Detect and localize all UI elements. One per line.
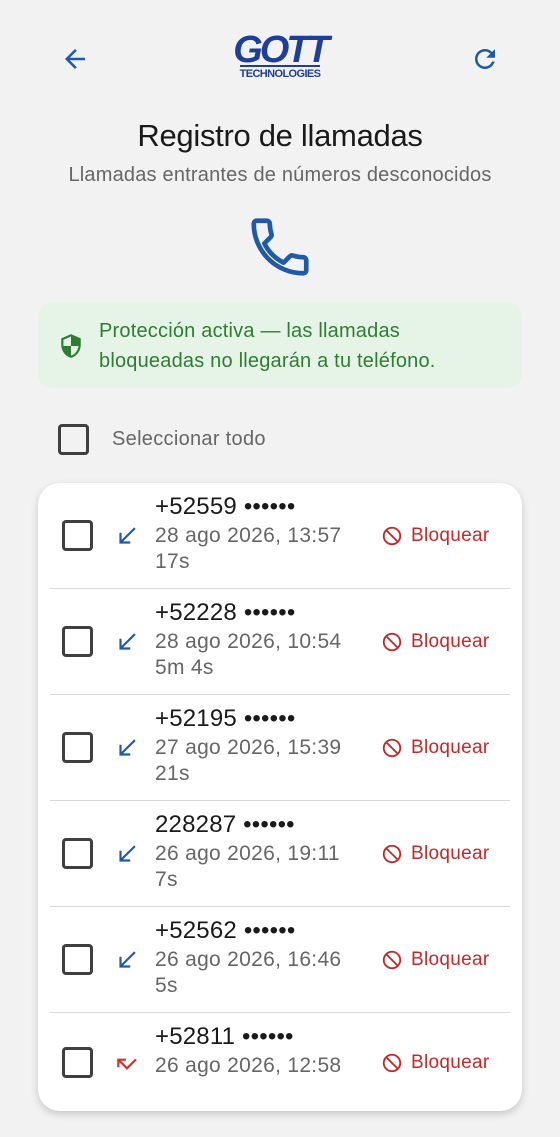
- block-icon: [382, 844, 402, 864]
- call-row: +52811 •••••• 26 ago 2026, 12:58 Bloquea…: [38, 1013, 522, 1111]
- call-date: 26 ago 2026, 12:58: [155, 1054, 342, 1077]
- incoming-call-icon: [119, 951, 136, 968]
- call-date: 27 ago 2026, 15:39: [155, 736, 342, 759]
- row-checkbox[interactable]: [62, 520, 93, 551]
- back-button[interactable]: [51, 35, 99, 83]
- refresh-icon: [475, 49, 495, 69]
- block-label: Bloquear: [411, 949, 490, 970]
- arrow-left-icon: [65, 49, 85, 69]
- block-button[interactable]: Bloquear: [381, 947, 511, 973]
- call-duration: 5s: [155, 974, 178, 997]
- call-duration: 7s: [155, 868, 178, 891]
- call-row: 228287 •••••• 26 ago 2026, 19:11 7s Bloq…: [38, 801, 522, 907]
- page-title: Registro de llamadas: [137, 118, 423, 153]
- top-bar: GOTT TECHNOLOGIES: [0, 0, 560, 120]
- row-checkbox[interactable]: [62, 1047, 93, 1078]
- select-all-control[interactable]: Seleccionar todo: [58, 423, 358, 455]
- incoming-call-icon: [119, 633, 136, 650]
- shield-icon: [61, 334, 81, 358]
- call-date: 26 ago 2026, 16:46: [155, 948, 342, 971]
- caller-number: +52559 ••••••: [155, 493, 296, 520]
- block-button[interactable]: Bloquear: [381, 523, 511, 549]
- call-row: +52559 •••••• 28 ago 2026, 13:57 17s Blo…: [38, 483, 522, 589]
- page-subtitle: Llamadas entrantes de números desconocid…: [68, 164, 492, 186]
- row-checkbox[interactable]: [62, 838, 93, 869]
- call-duration: 17s: [155, 550, 190, 573]
- missed-call-icon: [117, 1058, 137, 1070]
- phone-icon: [251, 218, 309, 276]
- block-label: Bloquear: [411, 843, 490, 864]
- block-icon: [382, 738, 402, 758]
- caller-number: +52228 ••••••: [155, 599, 296, 626]
- block-label: Bloquear: [411, 737, 490, 758]
- block-icon: [382, 950, 402, 970]
- refresh-button[interactable]: [461, 35, 509, 83]
- row-checkbox[interactable]: [62, 626, 93, 657]
- call-list: +52559 •••••• 28 ago 2026, 13:57 17s Blo…: [38, 483, 522, 1111]
- caller-number: 228287 ••••••: [155, 811, 295, 838]
- call-date: 26 ago 2026, 19:11: [155, 842, 340, 865]
- row-checkbox[interactable]: [62, 944, 93, 975]
- caller-number: +52562 ••••••: [155, 917, 296, 944]
- block-button[interactable]: Bloquear: [381, 1050, 511, 1076]
- call-row: +52562 •••••• 26 ago 2026, 16:46 5s Bloq…: [38, 907, 522, 1013]
- logo-sub-text: TECHNOLOGIES: [239, 65, 321, 80]
- caller-number: +52811 ••••••: [155, 1023, 294, 1050]
- block-button[interactable]: Bloquear: [381, 841, 511, 867]
- row-checkbox[interactable]: [62, 732, 93, 763]
- company-logo: GOTT TECHNOLOGIES: [230, 29, 330, 85]
- protection-text: Protección activa — las llamadas bloquea…: [99, 320, 436, 372]
- block-icon: [382, 526, 402, 546]
- call-row: +52228 •••••• 28 ago 2026, 10:54 5m 4s B…: [38, 589, 522, 695]
- block-label: Bloquear: [411, 631, 490, 652]
- select-all-checkbox[interactable]: [58, 423, 89, 455]
- block-icon: [382, 632, 402, 652]
- caller-number: +52195 ••••••: [155, 705, 296, 732]
- incoming-call-icon: [119, 739, 136, 756]
- block-button[interactable]: Bloquear: [381, 629, 511, 655]
- block-label: Bloquear: [411, 525, 490, 546]
- call-duration: 21s: [155, 762, 190, 785]
- incoming-call-icon: [119, 845, 136, 862]
- block-button[interactable]: Bloquear: [381, 735, 511, 761]
- protection-banner: Protección activa — las llamadas bloquea…: [38, 302, 522, 388]
- block-label: Bloquear: [411, 1052, 490, 1073]
- call-date: 28 ago 2026, 13:57: [155, 524, 342, 547]
- call-row: +52195 •••••• 27 ago 2026, 15:39 21s Blo…: [38, 695, 522, 801]
- incoming-call-icon: [119, 527, 136, 544]
- select-all-label: Seleccionar todo: [112, 427, 266, 450]
- logo-main-text: GOTT: [233, 29, 330, 71]
- call-duration: 5m 4s: [155, 656, 214, 679]
- block-icon: [382, 1053, 402, 1073]
- call-date: 28 ago 2026, 10:54: [155, 630, 342, 653]
